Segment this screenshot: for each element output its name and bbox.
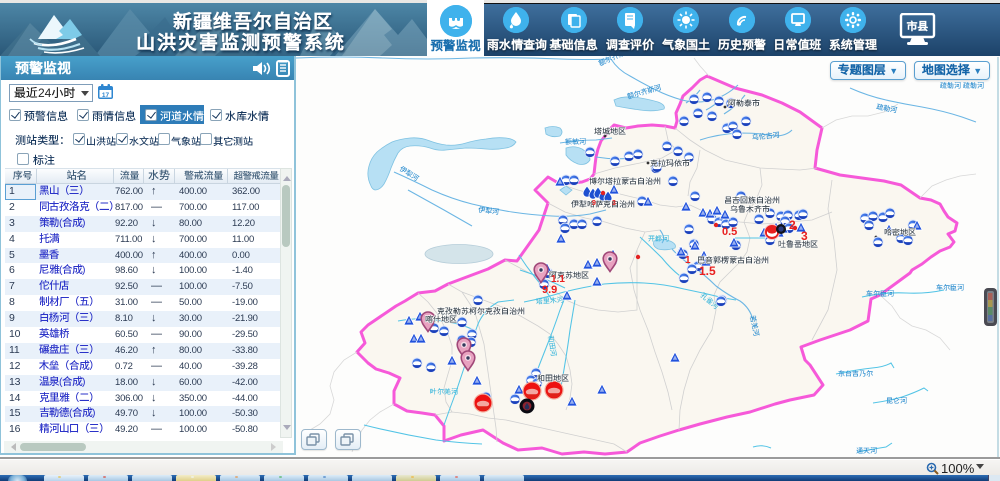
svg-text:吐鲁番地区: 吐鲁番地区	[778, 239, 818, 249]
svg-text:车尔臣河: 车尔臣河	[866, 289, 895, 298]
svg-text:叶尔羌河: 叶尔羌河	[429, 387, 459, 396]
svg-text:车尔臣河: 车尔臣河	[936, 283, 965, 292]
svg-text:1: 1	[685, 255, 691, 266]
svg-text:昆仑河: 昆仑河	[886, 396, 908, 405]
svg-text:2: 2	[789, 218, 796, 232]
svg-text:17: 17	[102, 92, 110, 99]
svg-text:1.5: 1.5	[699, 264, 716, 278]
svg-text:9: 9	[592, 200, 596, 207]
svg-text:和田地区: 和田地区	[537, 373, 569, 383]
svg-text:东台吉乃尔: 东台吉乃尔	[838, 369, 874, 378]
svg-text:额敏河: 额敏河	[565, 137, 587, 146]
svg-text:9.9: 9.9	[542, 284, 557, 296]
svg-text:克拉玛依市: 克拉玛依市	[649, 158, 690, 168]
svg-text:疏勒河 疏勒河: 疏勒河 疏勒河	[939, 81, 985, 90]
svg-text:塔城地区: 塔城地区	[594, 127, 626, 136]
svg-text:博尔塔拉蒙古自治州: 博尔塔拉蒙古自治州	[589, 176, 661, 186]
svg-text:喀什地区: 喀什地区	[425, 314, 457, 324]
svg-text:哈密地区: 哈密地区	[884, 228, 916, 237]
svg-text:阿勒泰市: 阿勒泰市	[728, 98, 760, 108]
svg-text:0.5: 0.5	[722, 226, 737, 238]
svg-text:乌鲁木齐市: 乌鲁木齐市	[730, 205, 770, 214]
svg-text:3: 3	[801, 229, 808, 243]
svg-text:昌吉回族自治州: 昌吉回族自治州	[724, 195, 780, 205]
svg-text:通天河: 通天河	[856, 446, 878, 455]
svg-text:伊犁哈萨克自治州: 伊犁哈萨克自治州	[571, 199, 635, 209]
svg-text:开都河: 开都河	[648, 234, 670, 243]
svg-text:市县: 市县	[907, 20, 929, 33]
svg-text:3: 3	[612, 200, 616, 207]
